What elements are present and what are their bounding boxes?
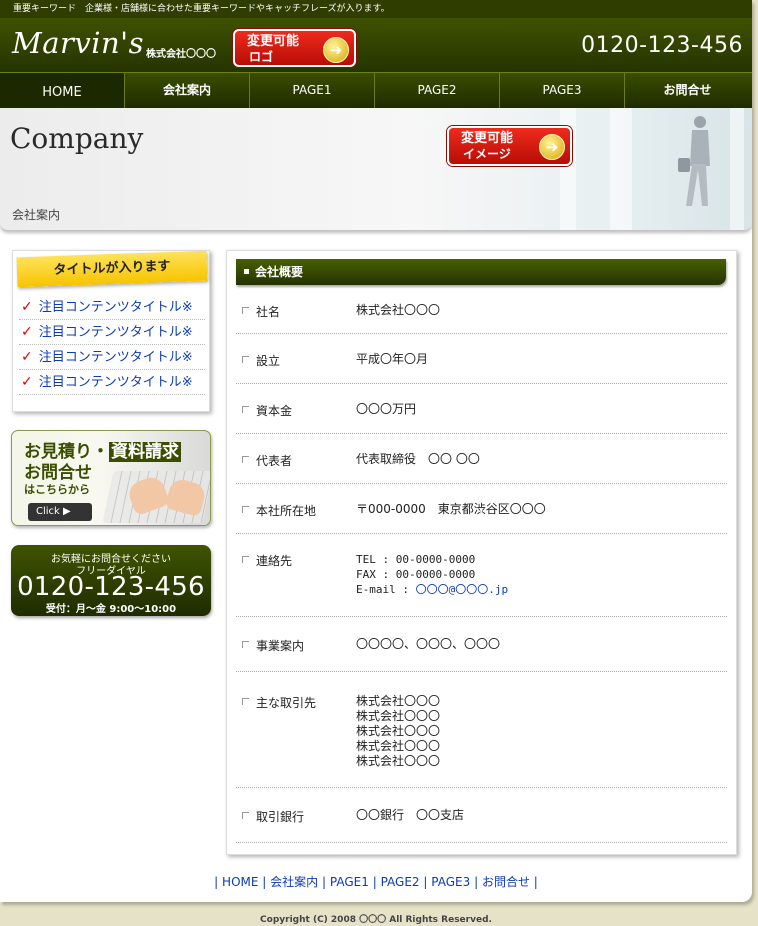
table-row: 本社所在地 〒000-0000 東京都渋谷区〇〇〇 <box>236 484 727 534</box>
square-bullet-icon <box>244 269 249 274</box>
row-value: 株式会社〇〇〇 株式会社〇〇〇 株式会社〇〇〇 株式会社〇〇〇 株式会社〇〇〇 <box>356 694 440 769</box>
row-value: 〒000-0000 東京都渋谷区〇〇〇 <box>356 502 546 516</box>
nav-contact[interactable]: お問合せ <box>625 73 750 108</box>
row-value: 株式会社〇〇〇 <box>356 303 441 317</box>
row-label: 本社所在地 <box>241 504 317 518</box>
footer-link-company[interactable]: 会社案内 <box>270 875 318 889</box>
table-row: 社名 株式会社〇〇〇 <box>236 285 727 334</box>
featured-list: ✓ 注目コンテンツタイトル※ ✓ 注目コンテンツタイトル※ ✓ 注目コンテンツタイトル… <box>19 295 205 395</box>
hero-window-light <box>730 108 744 230</box>
badge-line2: ロゴ <box>249 50 274 64</box>
free-dial-number: 0120-123-456 <box>17 572 205 602</box>
row-label: 取引銀行 <box>241 810 305 824</box>
table-row: 事業案内 〇〇〇〇、〇〇〇、〇〇〇 <box>236 617 727 672</box>
table-row: 設立 平成〇年〇月 <box>236 334 727 384</box>
table-row: 資本金 〇〇〇万円 <box>236 384 727 434</box>
tagline: 重要キーワード 企業様・店舗様に合わせた重要キーワードやキャッチフレーズが入りま… <box>0 0 752 18</box>
business-hours: 受付：月〜金 9:00〜10:00 <box>45 604 177 615</box>
company-overview: 会社概要 社名 株式会社〇〇〇 設立 平成〇年〇月 資本金 〇〇〇万円 代表者 … <box>226 250 737 855</box>
hero-banner: Company 会社案内 変更可能 イメージ ➜ <box>0 108 752 230</box>
nav-page1[interactable]: PAGE1 <box>250 73 375 108</box>
featured-box-title: タイトルが入ります <box>16 250 208 288</box>
copyright: Copyright (C) 2008 〇〇〇 All Rights Reserv… <box>260 915 492 925</box>
featured-item[interactable]: ✓ 注目コンテンツタイトル※ <box>19 345 205 370</box>
fax-value: FAX : 00-0000-0000 <box>356 568 476 581</box>
hero-window-light <box>610 108 632 230</box>
logo-company-name: 株式会社〇〇〇 <box>146 49 216 60</box>
row-value: 〇〇〇万円 <box>356 402 417 416</box>
client-name: 株式会社〇〇〇 <box>356 709 441 723</box>
nav-page3[interactable]: PAGE3 <box>500 73 625 108</box>
featured-item[interactable]: ✓ 注目コンテンツタイトル※ <box>19 370 205 395</box>
client-name: 株式会社〇〇〇 <box>356 724 441 738</box>
row-value: TEL : 00-0000-0000 FAX : 00-0000-0000 E-… <box>356 552 508 597</box>
check-icon: ✓ <box>21 324 33 340</box>
tel-value: TEL : 00-0000-0000 <box>356 553 476 566</box>
walking-person-image <box>678 116 710 206</box>
row-label: 設立 <box>241 354 281 368</box>
client-name: 株式会社〇〇〇 <box>356 694 441 708</box>
page: 重要キーワード 企業様・店舗様に合わせた重要キーワードやキャッチフレーズが入りま… <box>0 0 752 902</box>
nav-home[interactable]: HOME <box>0 73 125 108</box>
footer-link-page1[interactable]: PAGE1 <box>330 875 369 889</box>
estimate-line3: はこちらから <box>24 483 90 496</box>
email-link[interactable]: 〇〇〇@〇〇〇.jp <box>416 583 509 596</box>
row-label: 資本金 <box>241 404 293 418</box>
page-subtitle: 会社案内 <box>12 208 61 222</box>
row-value: 代表取締役 〇〇 〇〇 <box>356 452 480 466</box>
table-row: 主な取引先 株式会社〇〇〇 株式会社〇〇〇 株式会社〇〇〇 株式会社〇〇〇 株式… <box>236 672 727 788</box>
logo[interactable]: Marvin's <box>12 26 144 60</box>
page-title: Company <box>10 122 144 155</box>
row-label: 主な取引先 <box>241 696 317 710</box>
row-label: 連絡先 <box>241 554 293 568</box>
featured-item-label: 注目コンテンツタイトル※ <box>38 375 193 390</box>
featured-contents-box: タイトルが入ります ✓ 注目コンテンツタイトル※ ✓ 注目コンテンツタイトル※ ✓ 注… <box>12 250 210 412</box>
row-value: 〇〇銀行 〇〇支店 <box>356 808 465 822</box>
check-icon: ✓ <box>21 374 33 390</box>
client-name: 株式会社〇〇〇 <box>356 754 441 768</box>
footer-link-page2[interactable]: PAGE2 <box>381 875 420 889</box>
nav-company[interactable]: 会社案内 <box>125 73 250 108</box>
footer-link-page3[interactable]: PAGE3 <box>431 875 470 889</box>
featured-item[interactable]: ✓ 注目コンテンツタイトル※ <box>19 295 205 320</box>
header-phone: 0120-123-456 <box>581 33 743 58</box>
featured-item-label: 注目コンテンツタイトル※ <box>38 300 193 315</box>
badge-line1: 変更可能 <box>247 34 300 49</box>
table-row: 代表者 代表取締役 〇〇 〇〇 <box>236 434 727 484</box>
table-row: 連絡先 TEL : 00-0000-0000 FAX : 00-0000-000… <box>236 534 727 617</box>
estimate-line1b: 資料請求 <box>109 442 181 462</box>
footer-link-home[interactable]: HOME <box>222 875 258 889</box>
check-icon: ✓ <box>21 299 33 315</box>
featured-item[interactable]: ✓ 注目コンテンツタイトル※ <box>19 320 205 345</box>
row-label: 事業案内 <box>241 639 305 653</box>
email-label: E-mail : <box>356 583 416 596</box>
featured-item-label: 注目コンテンツタイトル※ <box>38 350 193 365</box>
main-nav: HOME 会社案内 PAGE1 PAGE2 PAGE3 お問合せ <box>0 72 752 108</box>
estimate-line2: お問合せ <box>24 463 92 483</box>
nav-page2[interactable]: PAGE2 <box>375 73 500 108</box>
row-value: 〇〇〇〇、〇〇〇、〇〇〇 <box>356 637 501 651</box>
row-label: 代表者 <box>241 454 293 468</box>
badge-line1: 変更可能 <box>461 131 514 146</box>
changeable-image-badge: 変更可能 イメージ ➜ <box>447 126 572 166</box>
row-label: 社名 <box>241 305 281 319</box>
client-name: 株式会社〇〇〇 <box>356 739 441 753</box>
check-icon: ✓ <box>21 349 33 365</box>
table-row: 取引銀行 〇〇銀行 〇〇支店 <box>236 788 727 843</box>
footer-links: | HOME | 会社案内 | PAGE1 | PAGE2 | PAGE3 | … <box>214 875 538 889</box>
click-button[interactable]: Click ▶ <box>28 503 92 521</box>
section-heading-label: 会社概要 <box>255 265 304 279</box>
section-heading: 会社概要 <box>236 259 726 285</box>
row-value: 平成〇年〇月 <box>356 352 429 366</box>
changeable-logo-badge: 変更可能 ロゴ ➜ <box>233 29 356 67</box>
estimate-request-banner[interactable]: お見積り・ 資料請求 お問合せ はこちらから Click ▶ <box>11 430 211 526</box>
featured-item-label: 注目コンテンツタイトル※ <box>38 325 193 340</box>
arrow-right-icon: ➜ <box>323 37 349 63</box>
badge-line2: イメージ <box>463 147 511 161</box>
free-dial-banner: お気軽にお問合せください フリーダイヤル 0120-123-456 受付：月〜金… <box>11 545 211 616</box>
footer-link-contact[interactable]: お問合せ <box>482 875 530 889</box>
arrow-right-icon: ➜ <box>539 134 565 160</box>
header: Marvin's 株式会社〇〇〇 変更可能 ロゴ ➜ 0120-123-456 <box>0 18 752 72</box>
